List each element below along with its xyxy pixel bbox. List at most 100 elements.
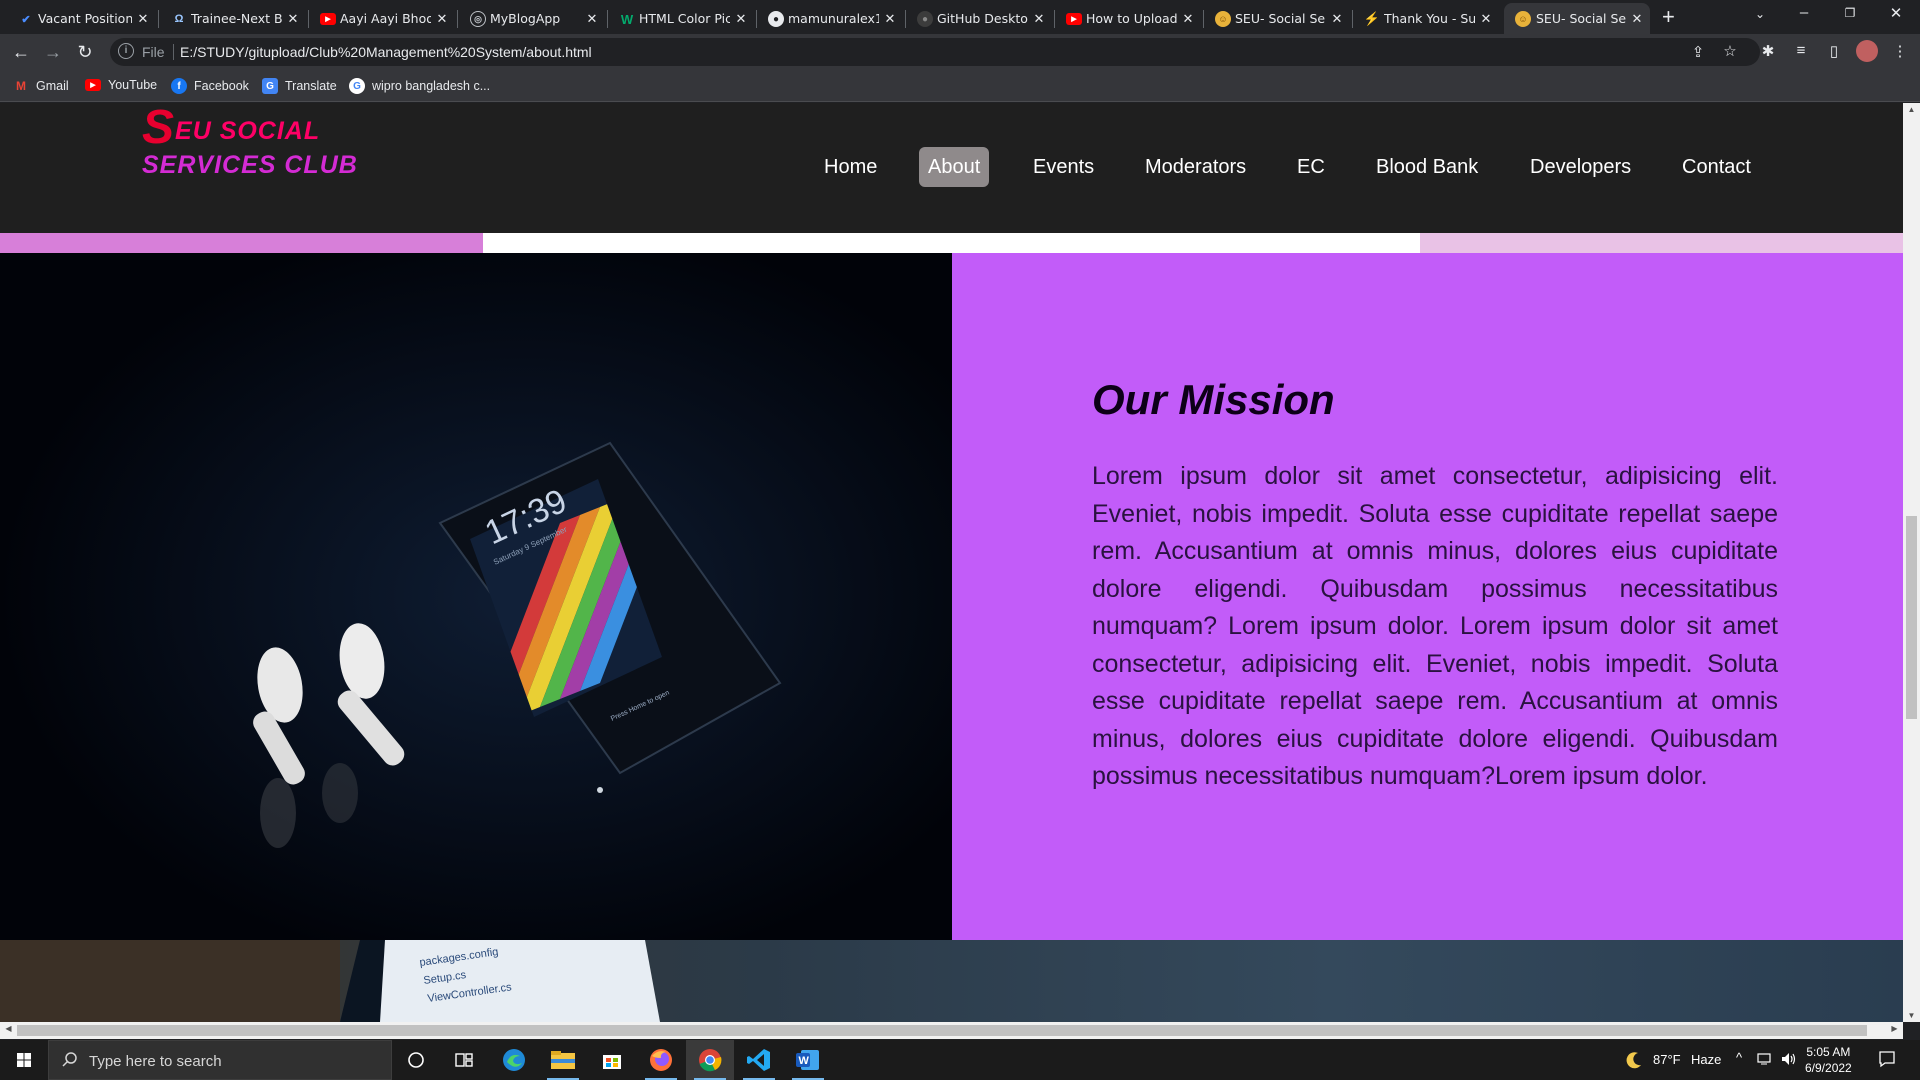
decorative-stripe xyxy=(0,233,483,253)
taskbar-clock[interactable]: 5:05 AM 6/9/2022 xyxy=(1805,1044,1852,1076)
browser-tab[interactable]: ☺ SEU- Social Serv ✕ xyxy=(1215,3,1350,34)
weather-temp[interactable]: 87°F xyxy=(1653,1052,1681,1067)
nav-developers[interactable]: Developers xyxy=(1521,147,1640,187)
edge-icon[interactable] xyxy=(490,1040,538,1080)
bookmark-gmail[interactable]: M Gmail xyxy=(13,78,69,94)
page-viewport: SEU SOCIAL SERVICES CLUB Home About Even… xyxy=(0,103,1903,1022)
nav-about[interactable]: About xyxy=(919,147,990,187)
taskbar-search-box[interactable]: Type here to search xyxy=(48,1040,392,1080)
close-tab-icon[interactable]: ✕ xyxy=(1032,11,1046,27)
bookmark-youtube[interactable]: ▶ YouTube xyxy=(85,78,157,92)
scroll-right-arrow-icon[interactable]: ▶ xyxy=(1886,1024,1903,1033)
phone-illustration: 17:39 Saturday 9 September Press Home to… xyxy=(0,253,952,940)
menu-kebab-icon[interactable]: ⋮ xyxy=(1890,42,1910,60)
nav-blood-bank[interactable]: Blood Bank xyxy=(1367,147,1487,187)
browser-tab[interactable]: ✔ Vacant Positions ✕ xyxy=(18,3,156,34)
vertical-scrollbar[interactable]: ▲ ▼ xyxy=(1903,103,1920,1022)
tab-search-icon[interactable]: ⌄ xyxy=(1740,7,1780,21)
info-icon[interactable]: i xyxy=(118,43,134,59)
media-control-icon[interactable]: ≡ xyxy=(1791,42,1811,59)
network-icon[interactable] xyxy=(1757,1051,1773,1070)
youtube-favicon-icon: ▶ xyxy=(320,13,336,25)
browser-tab[interactable]: ▶ Aayi Aayi Bhoot ✕ xyxy=(320,3,455,34)
horizontal-scroll-thumb[interactable] xyxy=(17,1025,1867,1036)
close-tab-icon[interactable]: ✕ xyxy=(136,11,150,27)
close-tab-icon[interactable]: ✕ xyxy=(1630,11,1644,27)
task-view-icon[interactable] xyxy=(440,1040,488,1080)
decorative-stripe xyxy=(1420,233,1903,253)
bookmark-wipro[interactable]: G wipro bangladesh c... xyxy=(349,78,490,94)
microsoft-store-icon[interactable] xyxy=(588,1040,636,1080)
firefox-icon[interactable] xyxy=(637,1040,685,1080)
globe-favicon-icon: ◎ xyxy=(470,11,486,27)
bookmark-star-icon[interactable]: ☆ xyxy=(1720,42,1740,60)
close-tab-icon[interactable]: ✕ xyxy=(585,11,599,27)
close-tab-icon[interactable]: ✕ xyxy=(734,11,748,27)
vertical-scroll-thumb[interactable] xyxy=(1906,516,1917,719)
browser-tab[interactable]: ● GitHub Desktop ✕ xyxy=(917,3,1052,34)
close-window-button[interactable]: ✕ xyxy=(1876,4,1916,22)
facebook-icon: f xyxy=(171,78,187,94)
extensions-icon[interactable]: ✱ xyxy=(1758,42,1778,60)
browser-toolbar: ← → ↻ i File E:/STUDY/gitupload/Club%20M… xyxy=(0,34,1920,70)
search-icon xyxy=(62,1052,77,1067)
nav-ec[interactable]: EC xyxy=(1288,147,1334,187)
translate-icon: G xyxy=(262,78,278,94)
browser-tab-active[interactable]: ☺ SEU- Social Serv ✕ xyxy=(1504,3,1650,34)
restore-button[interactable]: ❐ xyxy=(1830,6,1870,20)
scroll-left-arrow-icon[interactable]: ◀ xyxy=(0,1024,17,1033)
nav-events[interactable]: Events xyxy=(1024,147,1103,187)
profile-avatar[interactable] xyxy=(1856,40,1878,62)
share-icon[interactable]: ⇪ xyxy=(1688,43,1708,61)
browser-tab[interactable]: ▶ How to Upload ✕ xyxy=(1066,3,1201,34)
browser-tab[interactable]: ● mamunuralex16 ✕ xyxy=(768,3,903,34)
gmail-icon: M xyxy=(16,79,26,93)
cortana-icon[interactable] xyxy=(392,1040,440,1080)
close-tab-icon[interactable]: ✕ xyxy=(1330,11,1344,27)
mission-body: Lorem ipsum dolor sit amet consectetur, … xyxy=(1092,462,1778,790)
minimize-button[interactable]: – xyxy=(1784,4,1824,21)
start-button[interactable] xyxy=(0,1040,48,1080)
horizontal-scrollbar[interactable]: ◀ ▶ xyxy=(0,1022,1903,1039)
back-button[interactable]: ← xyxy=(10,41,32,63)
browser-tab[interactable]: ⚡ Thank You - Sub ✕ xyxy=(1364,3,1499,34)
vscode-icon[interactable] xyxy=(735,1040,783,1080)
scroll-down-arrow-icon[interactable]: ▼ xyxy=(1903,1011,1920,1020)
reload-button[interactable]: ↻ xyxy=(74,41,96,63)
bookmarks-bar: M Gmail ▶ YouTube f Facebook G Translate… xyxy=(0,70,1920,102)
youtube-icon: ▶ xyxy=(85,79,101,91)
browser-tab[interactable]: ◎ MyBlogApp ✕ xyxy=(470,3,605,34)
show-hidden-icons-chevron-icon[interactable]: ^ xyxy=(1736,1050,1742,1065)
headset-favicon-icon: Ω xyxy=(174,13,184,25)
close-tab-icon[interactable]: ✕ xyxy=(286,11,300,27)
mission-section: Our Mission Lorem ipsum dolor sit amet c… xyxy=(952,253,1903,940)
decorative-stripe xyxy=(483,233,1420,253)
github-desktop-favicon-icon: ● xyxy=(917,11,933,27)
browser-tab[interactable]: Ω Trainee-Next Bu ✕ xyxy=(171,3,306,34)
volume-icon[interactable] xyxy=(1780,1050,1798,1071)
browser-tab[interactable]: W HTML Color Pick ✕ xyxy=(619,3,754,34)
chrome-icon[interactable] xyxy=(686,1040,734,1080)
weather-moon-icon[interactable] xyxy=(1624,1050,1644,1073)
forward-button[interactable]: → xyxy=(42,41,64,63)
url-text: E:/STUDY/gitupload/Club%20Management%20S… xyxy=(180,44,592,60)
file-explorer-icon[interactable] xyxy=(539,1040,587,1080)
bookmark-facebook[interactable]: f Facebook xyxy=(171,78,249,94)
close-tab-icon[interactable]: ✕ xyxy=(883,11,897,27)
new-tab-button[interactable]: + xyxy=(1662,6,1675,28)
word-icon[interactable]: W xyxy=(784,1040,832,1080)
nav-home[interactable]: Home xyxy=(815,147,886,187)
site-logo[interactable]: SEU SOCIAL SERVICES CLUB xyxy=(142,104,358,181)
scroll-up-arrow-icon[interactable]: ▲ xyxy=(1903,105,1920,114)
close-tab-icon[interactable]: ✕ xyxy=(1181,11,1195,27)
weather-condition[interactable]: Haze xyxy=(1691,1052,1721,1067)
nav-moderators[interactable]: Moderators xyxy=(1136,147,1255,187)
bookmark-translate[interactable]: G Translate xyxy=(262,78,337,94)
address-bar[interactable]: i File E:/STUDY/gitupload/Club%20Managem… xyxy=(110,38,1760,66)
notifications-icon[interactable] xyxy=(1878,1050,1896,1071)
close-tab-icon[interactable]: ✕ xyxy=(435,11,449,27)
side-panel-icon[interactable]: ▯ xyxy=(1824,42,1844,60)
youtube-favicon-icon: ▶ xyxy=(1066,13,1082,25)
close-tab-icon[interactable]: ✕ xyxy=(1479,11,1493,27)
nav-contact[interactable]: Contact xyxy=(1673,147,1760,187)
